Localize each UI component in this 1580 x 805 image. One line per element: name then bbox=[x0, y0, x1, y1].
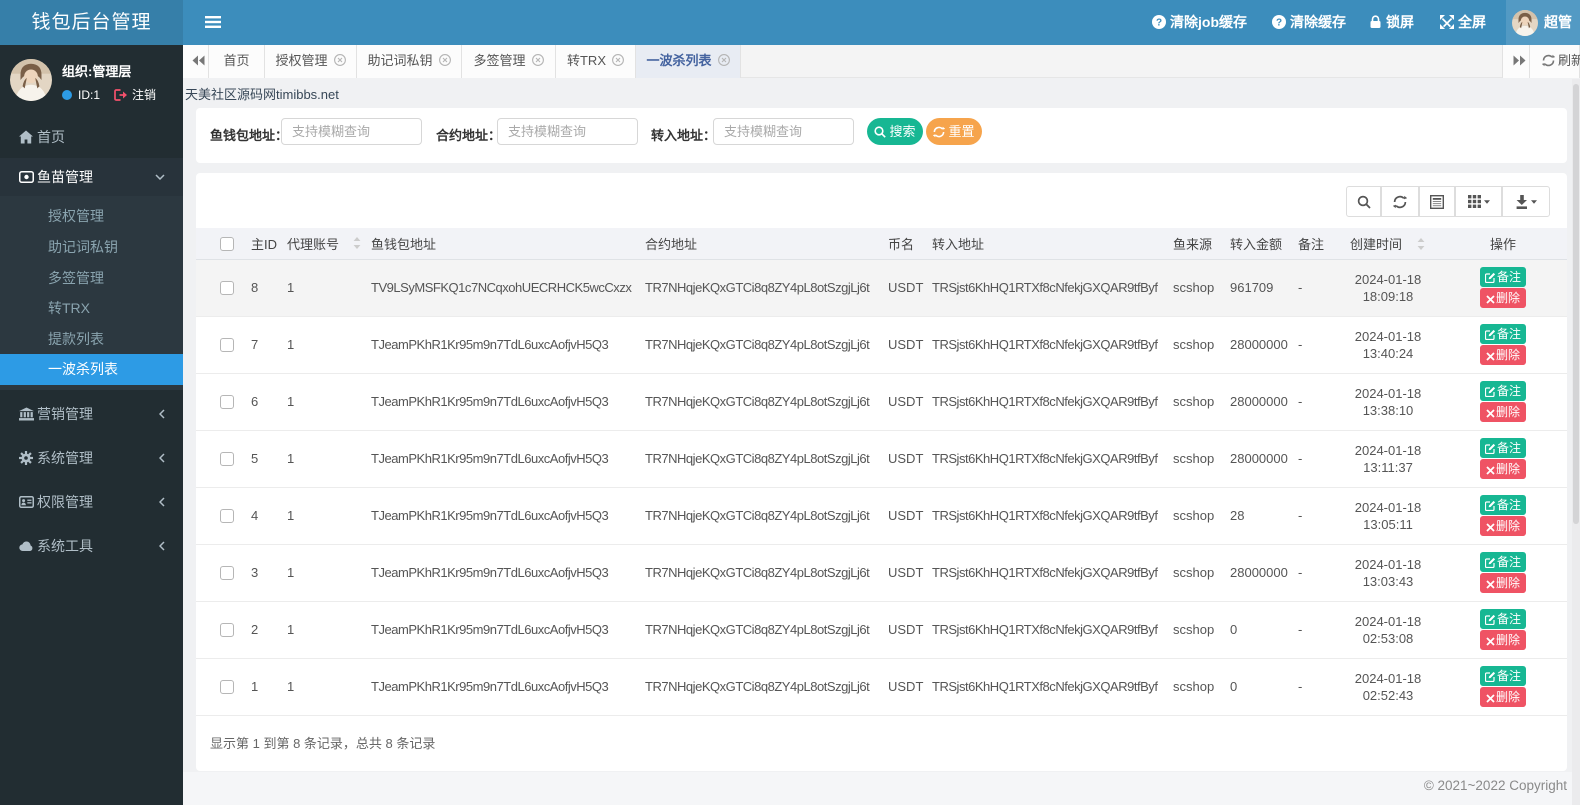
svg-text:?: ? bbox=[1156, 17, 1162, 28]
svg-text:?: ? bbox=[1276, 17, 1282, 28]
